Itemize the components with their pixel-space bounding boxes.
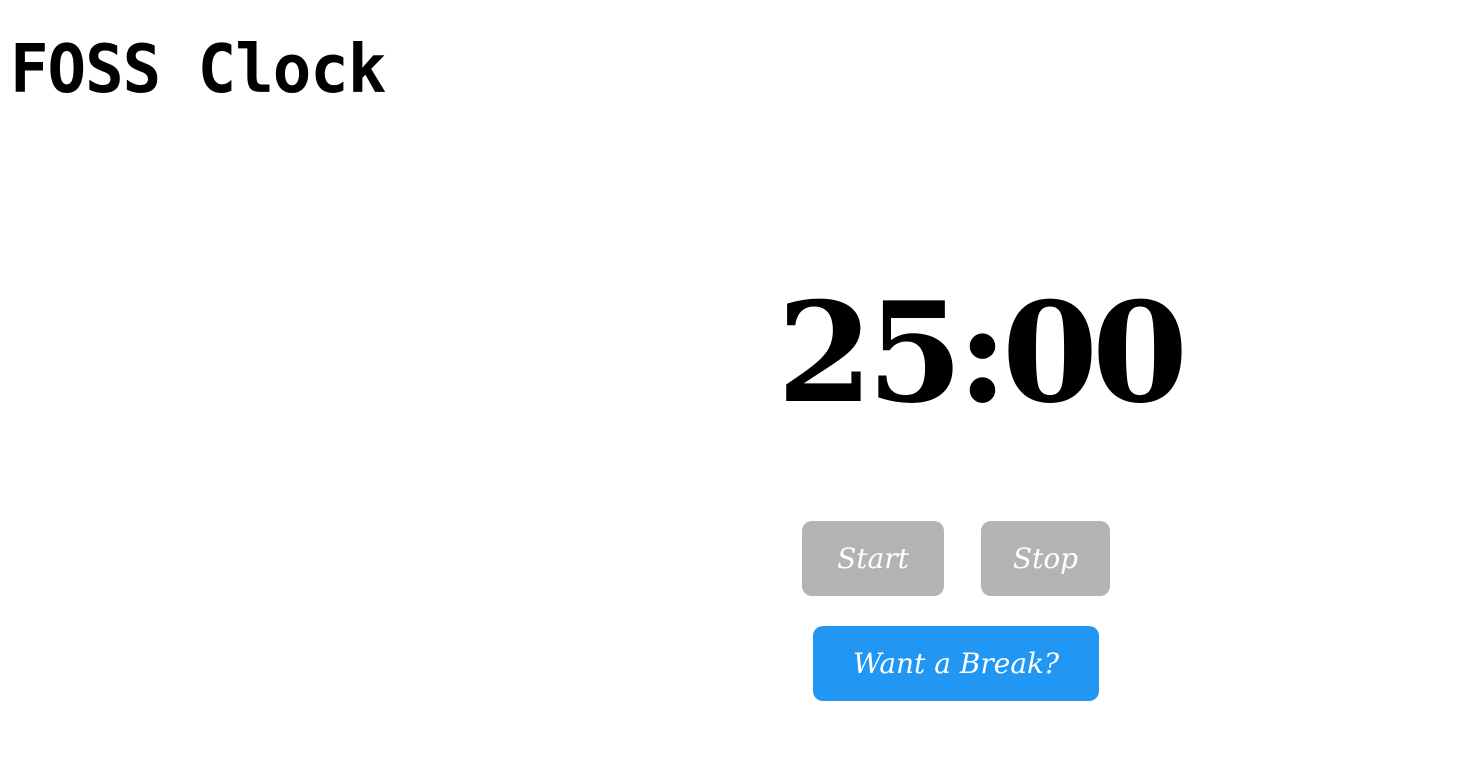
stop-button[interactable]: Stop [981,521,1110,596]
break-button[interactable]: Want a Break? [813,626,1099,701]
start-button[interactable]: Start [802,521,944,596]
timer-display: 25:00 [777,271,1188,434]
app-title: FOSS Clock [10,31,386,109]
